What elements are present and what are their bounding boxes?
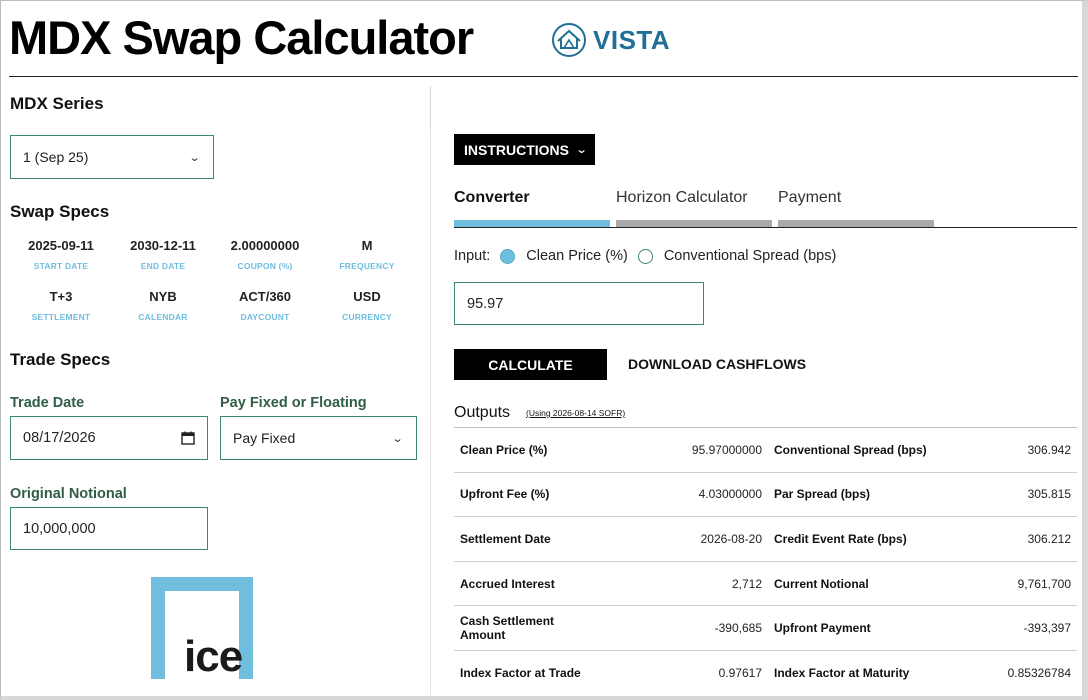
calculate-button[interactable]: CALCULATE [454,349,607,380]
download-cashflows-button[interactable]: DOWNLOAD CASHFLOWS [628,356,806,372]
trade-date-label: Trade Date [10,395,85,411]
outputs-heading: Outputs [454,404,511,421]
page-title: MDX Swap Calculator [9,11,474,64]
original-notional-value: 10,000,000 [23,520,96,537]
tab-payment[interactable]: Payment [778,189,841,207]
pay-fixed-floating-select[interactable]: Pay Fixed ⌄ [220,416,417,460]
input-label: Input: [454,248,491,264]
column-divider [430,86,431,130]
trade-date-value: 08/17/2026 [23,430,96,446]
spec-currency: USD CURRENCY [342,289,392,322]
radio-clean-price[interactable] [500,248,516,264]
column-divider-lower [430,130,431,695]
instructions-label: INSTRUCTIONS [464,141,569,158]
tab-indicator-active [454,220,610,227]
original-notional-input[interactable]: 10,000,000 [10,507,208,550]
pay-fixed-floating-value: Pay Fixed [233,430,296,446]
price-input-value: 95.97 [467,295,504,312]
original-notional-label: Original Notional [10,486,127,502]
trade-specs-heading: Trade Specs [10,350,111,369]
price-input[interactable]: 95.97 [454,282,704,325]
table-row: Accrued Interest 2,712 Current Notional … [454,560,1077,606]
tab-indicator-horizon [616,220,772,227]
vista-house-icon [552,23,586,57]
header-divider [9,76,1078,77]
mdx-series-value: 1 (Sep 25) [23,149,89,165]
tab-horizon-calculator[interactable]: Horizon Calculator [616,189,748,207]
tab-indicator-payment [778,220,934,227]
outputs-table: Clean Price (%) 95.97000000 Conventional… [454,427,1077,696]
ice-logo-text: ICE [184,632,243,681]
mdx-series-heading: MDX Series [10,94,104,113]
table-row: Settlement Date 2026-08-20 Credit Event … [454,516,1077,562]
mdx-series-select[interactable]: 1 (Sep 25) ⌄ [10,135,214,179]
swap-specs-heading: Swap Specs [10,202,110,221]
tab-converter[interactable]: Converter [454,189,530,207]
spec-end-date: 2030-12-11 END DATE [130,238,196,271]
instructions-button[interactable]: INSTRUCTIONS ⌄ [454,134,595,165]
radio-conventional-spread[interactable] [637,248,653,264]
outputs-sofr-link[interactable]: (Using 2026-08-14 SOFR) [526,408,625,418]
table-row: Index Factor at Trade 0.97617 Index Fact… [454,649,1077,696]
spec-coupon: 2.00000000 COUPON (%) [230,238,300,271]
calendar-icon[interactable] [181,431,195,445]
chevron-down-icon: ⌄ [575,144,588,156]
radio-conventional-spread-label[interactable]: Conventional Spread (bps) [664,248,837,264]
radio-clean-price-label[interactable]: Clean Price (%) [526,248,628,264]
brand-name: VISTA [593,24,671,55]
spec-frequency: M FREQUENCY [339,238,395,271]
pay-fixed-floating-label: Pay Fixed or Floating [220,395,367,411]
table-row: Clean Price (%) 95.97000000 Conventional… [454,427,1077,473]
trade-date-input[interactable]: 08/17/2026 [10,416,208,460]
tab-underline [454,227,1077,228]
spec-calendar: NYB CALENDAR [138,289,188,322]
spec-settlement: T+3 SETTLEMENT [31,289,91,322]
chevron-down-icon: ⌄ [391,432,404,445]
input-type-row: Input: Clean Price (%) Conventional Spre… [454,248,836,264]
spec-daycount: ACT/360 DAYCOUNT [238,289,292,322]
spec-start-date: 2025-09-11 START DATE [28,238,94,271]
chevron-down-icon: ⌄ [188,151,201,164]
table-row: Cash Settlement Amount -390,685 Upfront … [454,605,1077,651]
vista-logo: VISTA [551,22,670,58]
table-row: Upfront Fee (%) 4.03000000 Par Spread (b… [454,471,1077,517]
